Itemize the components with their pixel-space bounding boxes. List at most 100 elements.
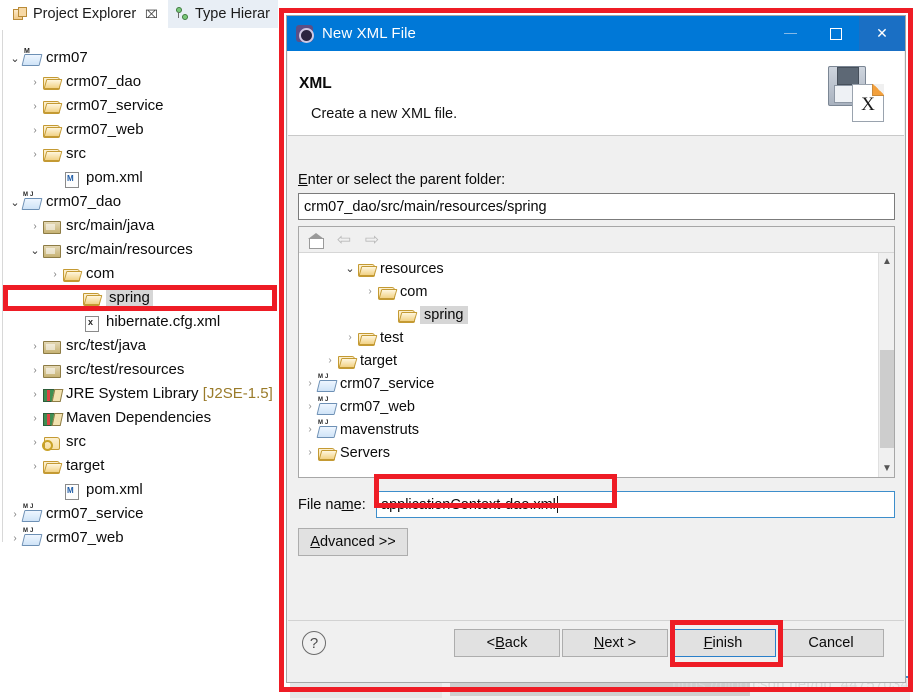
dialog-titlebar[interactable]: New XML File ✕ xyxy=(287,16,905,51)
chevron-down-icon[interactable]: ⌄ xyxy=(343,262,357,275)
cancel-button[interactable]: Cancel xyxy=(778,629,884,657)
chevron-right-icon[interactable]: › xyxy=(28,125,42,136)
chevron-right-icon[interactable]: › xyxy=(48,269,62,280)
back-arrow-icon[interactable]: ⇦ xyxy=(335,230,353,249)
tree-row[interactable]: ⌄ crm07_dao xyxy=(0,190,285,214)
tree-row-label: target xyxy=(360,352,398,369)
tree-row[interactable]: ⌄ crm07 xyxy=(0,46,285,70)
xml-document-icon: X xyxy=(852,84,884,122)
forward-arrow-icon[interactable]: ⇨ xyxy=(363,230,381,249)
tree-row[interactable]: › crm07_dao xyxy=(0,70,285,94)
tree-row[interactable]: › src/test/java xyxy=(0,334,285,358)
tree-row[interactable]: spring xyxy=(299,303,878,326)
tree-row[interactable]: › JRE System Library [J2SE-1.5] xyxy=(0,382,285,406)
back-label: ack xyxy=(504,635,528,651)
srcfolder-icon xyxy=(42,242,62,258)
advanced-button[interactable]: Advanced >> xyxy=(298,528,408,556)
chevron-right-icon[interactable]: › xyxy=(8,509,22,520)
close-button[interactable]: ✕ xyxy=(859,16,905,51)
tree-row[interactable]: › crm07_web xyxy=(299,395,878,418)
tree-row[interactable]: › crm07_service xyxy=(299,372,878,395)
tree-row-label: src/test/java xyxy=(66,337,147,354)
folder-icon xyxy=(42,146,62,162)
tree-row[interactable]: ⌄ resources xyxy=(299,257,878,280)
tree-row[interactable]: pom.xml xyxy=(0,478,285,502)
tree-row[interactable]: › src xyxy=(0,430,285,454)
parent-folder-input[interactable]: crm07_dao/src/main/resources/spring xyxy=(298,193,895,220)
project-tree[interactable]: ⌄ crm07 › crm07_dao › crm07_service › crm07_web… xyxy=(0,46,285,550)
chevron-down-icon[interactable]: ⌄ xyxy=(8,196,22,209)
parent-folder-label: Enter or select the parent folder: xyxy=(298,172,505,188)
chevron-right-icon[interactable]: › xyxy=(28,341,42,352)
chevron-right-icon[interactable]: › xyxy=(363,286,377,297)
chevron-right-icon[interactable]: › xyxy=(8,533,22,544)
scrollbar-thumb[interactable] xyxy=(880,350,894,448)
chevron-right-icon[interactable]: › xyxy=(28,221,42,232)
tree-row[interactable]: › crm07_web xyxy=(0,526,285,550)
tree-row[interactable]: › src xyxy=(0,142,285,166)
tree-row[interactable]: › crm07_service xyxy=(0,502,285,526)
tree-row[interactable]: › target xyxy=(0,454,285,478)
tree-row-label: pom.xml xyxy=(86,481,143,498)
tree-row[interactable]: › com xyxy=(299,280,878,303)
chevron-right-icon[interactable]: › xyxy=(303,447,317,458)
back-button[interactable]: < Back xyxy=(454,629,560,657)
tree-row-label: crm07_web xyxy=(66,121,144,138)
maximize-icon xyxy=(830,27,842,40)
tree-row[interactable]: › test xyxy=(299,326,878,349)
xmlfile-icon xyxy=(62,482,82,500)
chevron-right-icon[interactable]: › xyxy=(28,365,42,376)
next-button[interactable]: Next > xyxy=(562,629,668,657)
chevron-right-icon[interactable]: › xyxy=(28,437,42,448)
chevron-right-icon[interactable]: › xyxy=(28,461,42,472)
minimize-button[interactable] xyxy=(767,16,813,51)
folder-tree[interactable]: ⌄resources›comspring›test›target›crm07_s… xyxy=(299,253,878,477)
tree-row-label: pom.xml xyxy=(86,169,143,186)
tree-row[interactable]: › src/test/resources xyxy=(0,358,285,382)
chevron-right-icon[interactable]: › xyxy=(28,149,42,160)
folder-tree-scrollbar[interactable]: ▲ ▼ xyxy=(878,253,894,477)
tree-row[interactable]: › Servers xyxy=(299,441,878,464)
tree-row[interactable]: › Maven Dependencies xyxy=(0,406,285,430)
dialog-footer: ? < Back Next > Finish Cancel xyxy=(288,620,904,681)
scroll-up-arrow-icon[interactable]: ▲ xyxy=(879,253,895,270)
home-icon[interactable] xyxy=(307,231,325,249)
chevron-right-icon[interactable]: › xyxy=(303,424,317,435)
tree-row[interactable]: spring xyxy=(0,286,285,310)
chevron-right-icon[interactable]: › xyxy=(303,378,317,389)
chevron-right-icon[interactable]: › xyxy=(323,355,337,366)
tree-row[interactable]: › crm07_service xyxy=(0,94,285,118)
chevron-down-icon[interactable]: ⌄ xyxy=(8,52,22,65)
tree-row[interactable]: › target xyxy=(299,349,878,372)
tree-row[interactable]: › mavenstruts xyxy=(299,418,878,441)
tree-row[interactable]: hibernate.cfg.xml xyxy=(0,310,285,334)
tree-row[interactable]: › com xyxy=(0,262,285,286)
xmlfile-icon xyxy=(62,170,82,188)
chevron-right-icon[interactable]: › xyxy=(303,401,317,412)
mjproj-icon xyxy=(317,397,337,415)
chevron-right-icon[interactable]: › xyxy=(28,101,42,112)
mjproj-icon xyxy=(22,504,42,522)
tree-row-label: mavenstruts xyxy=(340,421,419,438)
tab-project-explorer[interactable]: Project Explorer ⌧ xyxy=(4,0,165,28)
maximize-button[interactable] xyxy=(813,16,859,51)
chevron-down-icon[interactable]: ⌄ xyxy=(28,244,42,257)
tree-row[interactable]: › src/main/java xyxy=(0,214,285,238)
bottom-strip-segment-1 xyxy=(290,682,442,698)
chevron-right-icon[interactable]: › xyxy=(28,77,42,88)
lib-icon xyxy=(42,386,62,402)
tree-row-label: JRE System Library [J2SE-1.5] xyxy=(66,385,273,402)
chevron-right-icon[interactable]: › xyxy=(28,413,42,424)
tree-row[interactable]: ⌄ src/main/resources xyxy=(0,238,285,262)
scroll-down-arrow-icon[interactable]: ▼ xyxy=(879,460,895,477)
tab-type-hierarchy[interactable]: Type Hierar xyxy=(168,0,278,28)
help-icon[interactable]: ? xyxy=(302,631,326,655)
tree-row[interactable]: › crm07_web xyxy=(0,118,285,142)
chevron-right-icon[interactable]: › xyxy=(343,332,357,343)
srckey-icon xyxy=(42,434,62,451)
tree-row[interactable]: pom.xml xyxy=(0,166,285,190)
finish-button[interactable]: Finish xyxy=(670,629,776,657)
tab-close-icon[interactable]: ⌧ xyxy=(145,8,158,21)
file-name-input[interactable]: applicationContext-dao.xml xyxy=(376,491,895,518)
chevron-right-icon[interactable]: › xyxy=(28,389,42,400)
